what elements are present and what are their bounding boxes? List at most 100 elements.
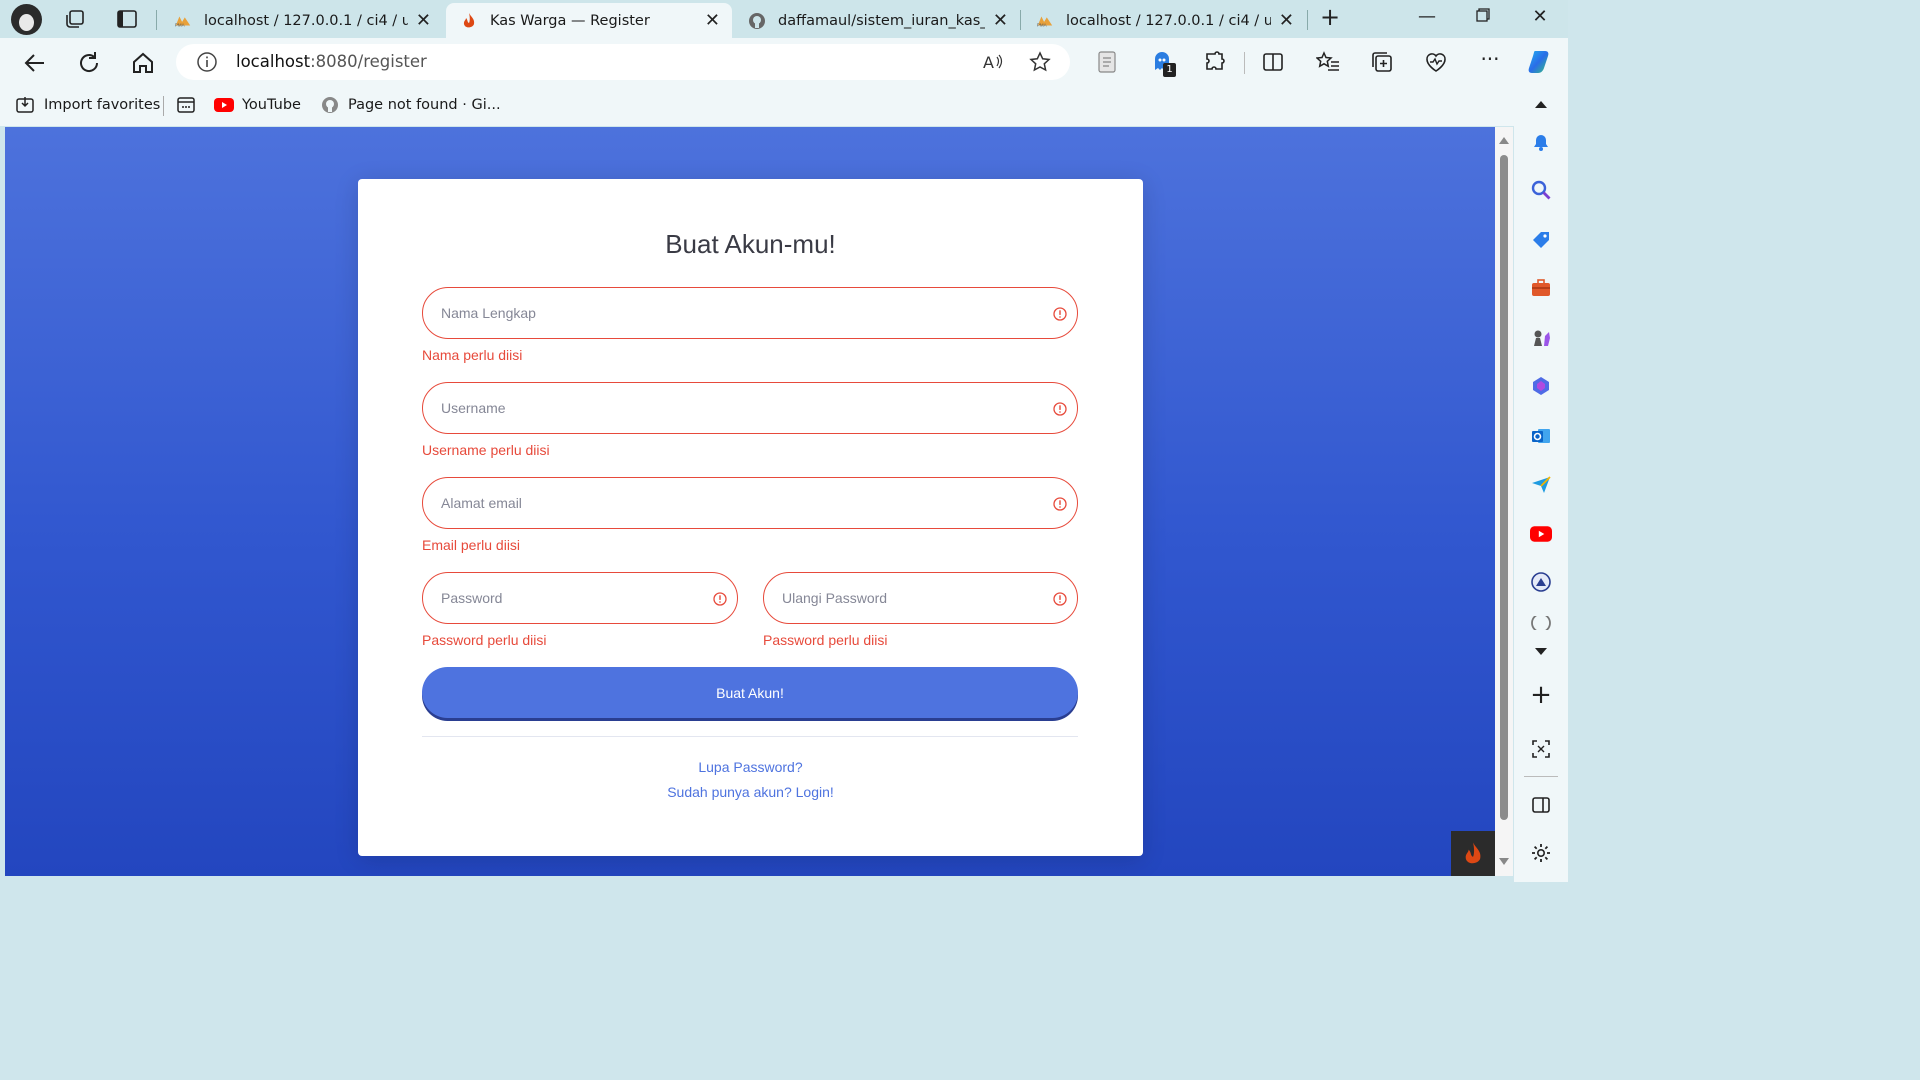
email-error-message: Email perlu diisi [422,537,521,553]
repeat-password-input[interactable] [782,573,1035,623]
phpmyadmin-icon: PMA [174,12,192,30]
nama-lengkap-input[interactable] [441,288,1035,338]
extensions-puzzle-icon[interactable] [1203,50,1227,74]
url-text[interactable]: localhost:8080/register [236,52,427,71]
read-aloud-icon[interactable]: A [982,51,1004,73]
site-info-icon[interactable] [196,51,218,73]
extension-ghost-icon[interactable]: 1 [1151,50,1176,77]
search-icon[interactable] [1529,178,1553,202]
add-sidebar-app-icon[interactable]: + [1529,682,1553,708]
app-circle-icon[interactable] [1529,616,1553,630]
app-emblem-icon[interactable] [1529,570,1553,594]
scroll-down-arrow[interactable] [1499,858,1509,865]
browser-essentials-icon[interactable] [1424,50,1448,74]
collections-icon[interactable] [1370,50,1394,74]
close-icon[interactable]: ✕ [416,10,431,31]
favorite-apps[interactable] [176,96,204,114]
tab-phpmyadmin-1[interactable]: PMA localhost / 127.0.0.1 / ci4 / users … [160,3,443,38]
email-input[interactable] [441,478,1035,528]
page-viewport: Buat Akun-mu! Nama perlu diisi Username … [5,127,1495,876]
shopping-tag-icon[interactable] [1529,228,1553,252]
invalid-warning-icon [1053,307,1067,321]
tab-title: localhost / 127.0.0.1 / ci4 / users [204,12,408,29]
tab-title: localhost / 127.0.0.1 / ci4 / users [1066,12,1271,29]
svg-text:A: A [983,53,994,72]
password-field[interactable] [422,572,738,624]
more-menu-icon[interactable]: ··· [1478,49,1502,74]
new-tab-button[interactable]: + [1315,3,1345,31]
window-bottom-edge [0,876,1514,882]
repeat-password-field[interactable] [763,572,1078,624]
invalid-warning-icon [1053,592,1067,606]
favorite-label: Import favorites [44,97,161,113]
split-screen-icon[interactable] [1261,50,1285,74]
minimize-button[interactable]: — [1412,6,1442,27]
url-host: localhost [236,52,311,71]
favorite-github-page[interactable]: Page not found · Gi... [320,96,501,114]
url-path: :8080/register [310,52,427,71]
scroll-thumb[interactable] [1500,155,1508,820]
back-icon[interactable] [22,50,48,76]
reading-mode-icon[interactable] [1095,50,1119,74]
phpmyadmin-icon: PMA [1036,12,1054,30]
invalid-warning-icon [713,592,727,606]
sidebar-collapse-up-icon[interactable] [1529,92,1553,116]
restore-button[interactable] [1468,6,1498,27]
close-icon[interactable]: ✕ [1279,10,1294,31]
screenshot-capture-icon[interactable] [1529,737,1553,761]
divider [422,736,1078,737]
import-icon [16,96,36,114]
close-icon[interactable]: ✕ [993,10,1008,31]
tab-strip: PMA localhost / 127.0.0.1 / ci4 / users … [0,0,1568,38]
page-scrollbar[interactable] [1495,127,1513,876]
notifications-bell-icon[interactable] [1529,130,1553,154]
favorite-import[interactable]: Import favorites [16,96,160,114]
send-plane-icon[interactable] [1529,472,1553,496]
tab-phpmyadmin-2[interactable]: PMA localhost / 127.0.0.1 / ci4 / users … [1022,3,1306,38]
hide-sidebar-icon[interactable] [1529,793,1553,817]
login-link[interactable]: Sudah punya akun? Login! [358,784,1143,800]
username-field[interactable] [422,382,1078,434]
invalid-warning-icon [1053,497,1067,511]
tab-register[interactable]: Kas Warga — Register ✕ [446,3,732,38]
games-chess-icon[interactable] [1529,326,1553,350]
sidebar-scroll-down-icon[interactable] [1529,640,1553,664]
extension-badge: 1 [1163,63,1176,77]
svg-text:PMA: PMA [175,22,185,27]
outlook-icon[interactable] [1529,424,1553,448]
username-error-message: Username perlu diisi [422,442,550,458]
codeigniter-flame-icon [460,12,478,30]
email-field[interactable] [422,477,1078,529]
create-account-button[interactable]: Buat Akun! [422,667,1078,718]
nama-lengkap-field[interactable] [422,287,1078,339]
close-window-button[interactable]: ✕ [1525,6,1555,27]
tools-briefcase-icon[interactable] [1529,276,1553,300]
tab-title: daffamaul/sistem_iuran_kas_rt [778,12,985,29]
profile-avatar[interactable] [11,4,42,35]
username-input[interactable] [441,383,1035,433]
codeigniter-flame-icon [1465,841,1481,863]
refresh-icon[interactable] [76,50,102,76]
microsoft-365-icon[interactable] [1529,374,1553,398]
sidebar-settings-gear-icon[interactable] [1529,841,1553,865]
tab-actions-icon[interactable] [116,9,138,29]
tab-github-repo[interactable]: daffamaul/sistem_iuran_kas_rt ✕ [734,3,1020,38]
forgot-password-link[interactable]: Lupa Password? [358,759,1143,775]
restore-icon [1476,8,1490,22]
home-icon[interactable] [130,50,156,76]
youtube-icon[interactable] [1529,522,1553,546]
copilot-icon[interactable] [1527,48,1555,76]
close-icon[interactable]: ✕ [705,10,720,31]
scroll-up-arrow[interactable] [1499,137,1509,144]
password-input[interactable] [441,573,695,623]
favorite-label: YouTube [242,97,301,113]
favorite-youtube[interactable]: YouTube [214,96,301,114]
favorites-list-icon[interactable] [1316,50,1340,74]
workspaces-icon[interactable] [64,9,86,29]
address-bar[interactable]: localhost:8080/register A [176,44,1070,80]
codeigniter-debug-toolbar-button[interactable] [1451,831,1495,876]
github-icon [748,12,766,30]
favorite-label: Page not found · Gi... [348,97,501,113]
invalid-warning-icon [1053,402,1067,416]
favorite-star-icon[interactable] [1029,51,1051,73]
